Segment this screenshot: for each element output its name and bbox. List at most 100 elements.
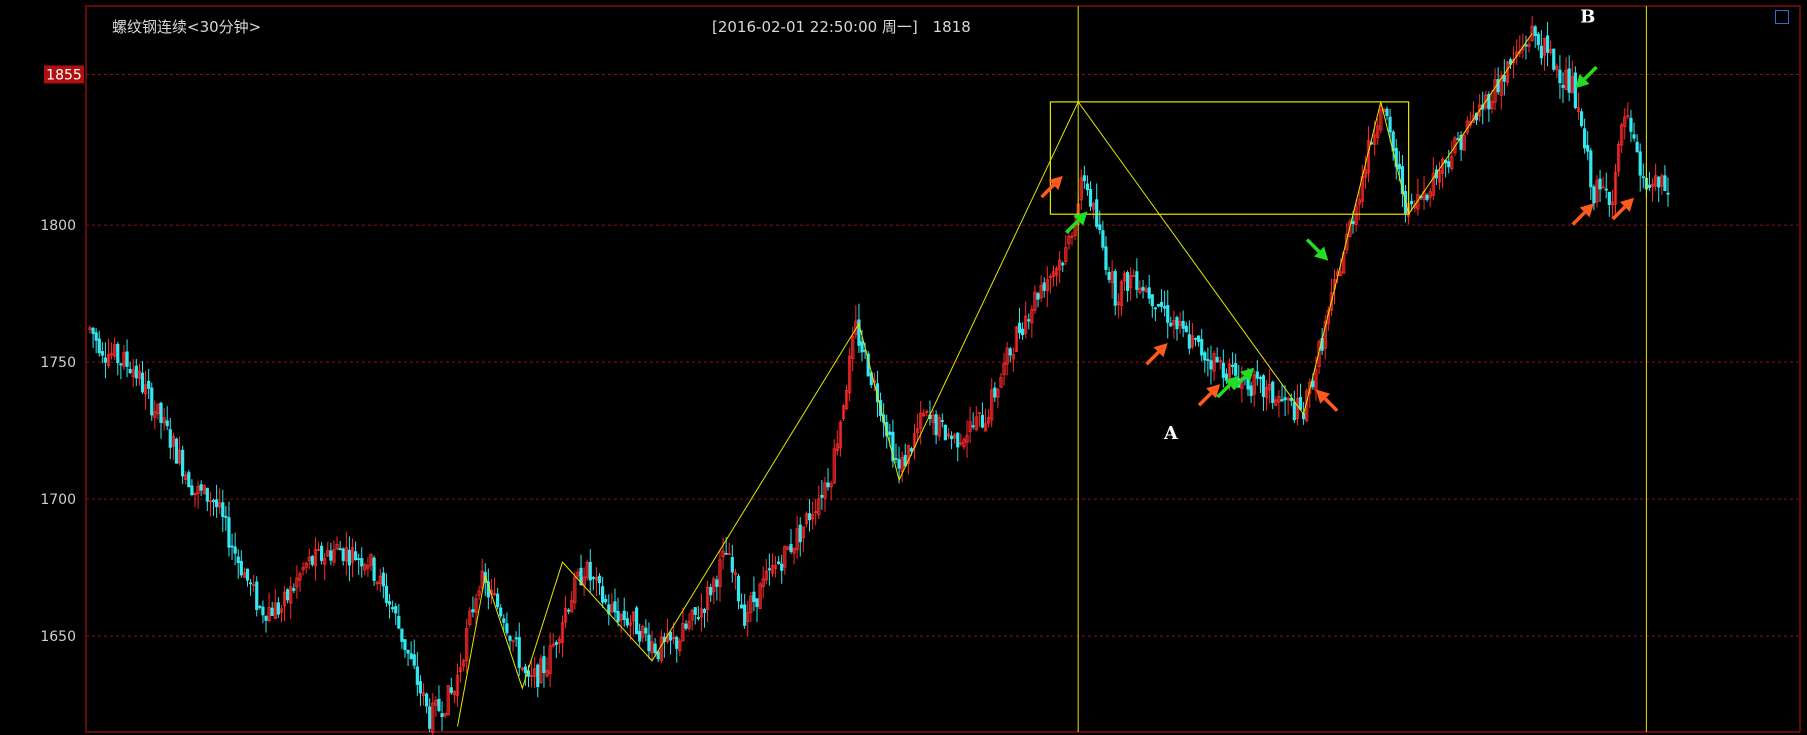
candle-body bbox=[1107, 271, 1111, 280]
signal-arrow-shaft bbox=[1040, 183, 1055, 199]
candle-body bbox=[394, 606, 398, 614]
candles bbox=[88, 16, 1670, 735]
candle-body bbox=[1175, 317, 1179, 330]
candle-body bbox=[554, 642, 558, 645]
candle-body bbox=[1271, 381, 1275, 403]
candle-body bbox=[261, 606, 265, 616]
plot-frame bbox=[85, 5, 1801, 733]
candle-body bbox=[1632, 134, 1636, 139]
y-tick-label: 1750 bbox=[40, 355, 76, 371]
candle-body bbox=[1666, 192, 1670, 195]
candle-body bbox=[638, 630, 642, 642]
candle-body bbox=[730, 557, 734, 573]
candle-body bbox=[1258, 377, 1262, 380]
candle-body bbox=[1663, 175, 1667, 191]
candle-body bbox=[1583, 128, 1587, 149]
candle-body bbox=[387, 601, 392, 605]
candle-body bbox=[190, 485, 194, 496]
candle-body bbox=[820, 494, 824, 498]
candle-body bbox=[597, 575, 602, 584]
candle-body bbox=[1552, 48, 1556, 70]
candle-body bbox=[230, 545, 234, 548]
candle-body bbox=[227, 517, 231, 548]
candle-body bbox=[1169, 322, 1173, 327]
candle-body bbox=[826, 482, 830, 488]
candle-body bbox=[1592, 186, 1596, 204]
candle-body bbox=[372, 557, 376, 581]
candle-body bbox=[1604, 188, 1608, 191]
candle-body bbox=[1255, 371, 1259, 379]
candle-body bbox=[449, 687, 453, 694]
candle-body bbox=[412, 654, 416, 666]
candle-body bbox=[97, 338, 101, 354]
candle-body bbox=[1283, 397, 1287, 401]
signal-arrow-shaft bbox=[1583, 65, 1598, 81]
candle-body bbox=[724, 552, 728, 555]
candle-body bbox=[634, 607, 639, 635]
candle-body bbox=[125, 351, 129, 367]
candle-body bbox=[1166, 305, 1170, 323]
candle-body bbox=[752, 591, 756, 603]
candle-body bbox=[94, 332, 98, 341]
candle-body bbox=[1147, 287, 1151, 299]
candle-body bbox=[276, 602, 280, 615]
candle-body bbox=[622, 610, 626, 621]
candle-body bbox=[1135, 271, 1139, 290]
candle-body bbox=[329, 550, 333, 561]
candle-body bbox=[1635, 141, 1639, 153]
candle-body bbox=[971, 425, 975, 428]
candle-body bbox=[1061, 262, 1065, 266]
candle-body bbox=[508, 635, 512, 641]
candle-body bbox=[409, 653, 413, 659]
candle-body bbox=[1502, 75, 1506, 82]
candle-body bbox=[418, 681, 423, 694]
candle-body bbox=[270, 607, 274, 616]
candle-body bbox=[715, 579, 719, 587]
candle-body bbox=[150, 387, 154, 416]
candle-body bbox=[310, 555, 314, 565]
candle-body bbox=[211, 500, 216, 502]
candle-body bbox=[168, 429, 172, 448]
candle-body bbox=[258, 605, 262, 608]
candle-body bbox=[1638, 151, 1642, 176]
candle-body bbox=[517, 637, 521, 668]
candle-body bbox=[644, 627, 648, 634]
signal-arrow-shaft bbox=[1571, 211, 1586, 226]
candle-body bbox=[780, 563, 784, 571]
candle-body bbox=[1447, 161, 1451, 168]
candle-body bbox=[424, 693, 429, 707]
candle-body bbox=[1125, 272, 1130, 291]
candle-body bbox=[1036, 293, 1040, 300]
candle-body bbox=[353, 551, 358, 561]
y-tick-label: 1650 bbox=[40, 629, 76, 645]
candle-body bbox=[119, 363, 123, 366]
candle-body bbox=[103, 357, 108, 363]
candle-body bbox=[134, 365, 138, 379]
candle-body bbox=[100, 351, 104, 356]
candle-body bbox=[767, 568, 771, 571]
candle-body bbox=[239, 560, 243, 576]
candle-body bbox=[956, 432, 960, 448]
candle-body bbox=[403, 639, 407, 651]
candle-body bbox=[199, 484, 203, 491]
candle-body bbox=[391, 607, 395, 610]
candle-body bbox=[174, 438, 179, 464]
zigzag-line bbox=[456, 33, 1533, 727]
candle-body bbox=[625, 618, 629, 626]
candle-body bbox=[949, 435, 954, 440]
candle-body bbox=[1042, 282, 1046, 291]
candle-body bbox=[523, 666, 528, 674]
candle-body bbox=[505, 623, 509, 634]
candle-body bbox=[128, 368, 132, 374]
candle-body bbox=[1280, 399, 1284, 402]
candle-body bbox=[1141, 286, 1145, 291]
candle-body bbox=[224, 515, 228, 518]
candle-body bbox=[514, 637, 518, 640]
candle-body bbox=[616, 611, 620, 623]
price-chart[interactable]: A B 1650 1700 1750 1800 1855 bbox=[0, 0, 1807, 735]
candle-body bbox=[1536, 33, 1540, 46]
candle-body bbox=[341, 548, 345, 561]
candle-body bbox=[1163, 306, 1167, 309]
candle-body bbox=[743, 604, 747, 626]
candle-body bbox=[888, 431, 892, 435]
